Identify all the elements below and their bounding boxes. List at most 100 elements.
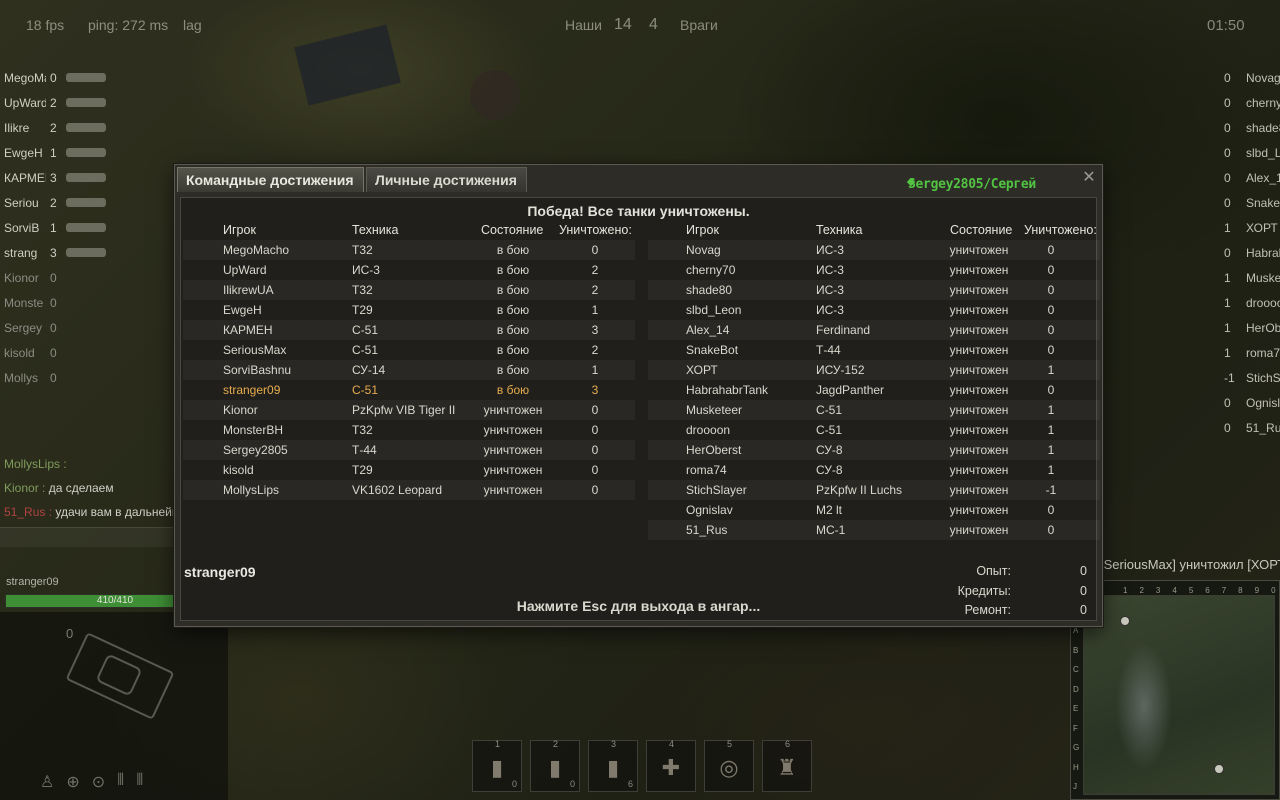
enemy-list-item[interactable]: 1 roma74 <box>1200 341 1280 366</box>
row-state: уничтожен <box>483 483 543 497</box>
row-state: в бою <box>496 343 530 357</box>
tab-personal-achievements[interactable]: Личные достижения <box>366 167 527 192</box>
allied-list-item[interactable]: Monste 0 <box>0 291 132 316</box>
enemy-list-item[interactable]: 0 Alex_1 <box>1200 166 1280 191</box>
tank-type-icon <box>66 248 106 257</box>
enemy-list-frags: 0 <box>1224 121 1231 135</box>
allied-list-item[interactable]: UpWard 2 <box>0 91 132 116</box>
enemy-list-item[interactable]: 1 droooo <box>1200 291 1280 316</box>
table-row[interactable]: Novag ИС-3 уничтожен 0 <box>648 240 1100 260</box>
consumables-bar: 1 ▮ 0 2 ▮ 0 3 ▮ 6 4 ✚ 5 ◎ 6 ♜ <box>472 739 812 792</box>
enemy-list-item[interactable]: 0 Ognisl <box>1200 391 1280 416</box>
table-row[interactable]: shade80 ИС-3 уничтожен 0 <box>648 280 1100 300</box>
enemy-list-item[interactable]: 1 Musket <box>1200 266 1280 291</box>
table-row[interactable]: MollysLips VK1602 Leopard уничтожен 0 <box>183 480 635 500</box>
row-tank: T32 <box>352 423 373 437</box>
enemy-list-item[interactable]: 1 ХОРТ <box>1200 216 1280 241</box>
consumable-slot-2[interactable]: 2 ▮ 0 <box>530 739 580 792</box>
enemy-list-item[interactable]: 0 Habrah <box>1200 241 1280 266</box>
table-row[interactable]: kisold T29 уничтожен 0 <box>183 460 635 480</box>
enemy-list-item[interactable]: 0 cherny <box>1200 91 1280 116</box>
table-row[interactable]: cherny70 ИС-3 уничтожен 0 <box>648 260 1100 280</box>
fps-counter: 18 fps <box>26 17 65 33</box>
repair-label: Ремонт: <box>964 603 1011 617</box>
table-row[interactable]: droooon С-51 уничтожен 1 <box>648 420 1100 440</box>
table-row[interactable]: SorviBashnu СУ-14 в бою 1 <box>183 360 635 380</box>
row-kills: 0 <box>1047 383 1055 397</box>
table-row[interactable]: MegoMacho T32 в бою 0 <box>183 240 635 260</box>
row-kills: 2 <box>591 283 599 297</box>
table-row[interactable]: UpWard ИС-3 в бою 2 <box>183 260 635 280</box>
consumable-slot-4[interactable]: 4 ✚ <box>646 739 696 792</box>
table-row[interactable]: Ognislav M2 lt уничтожен 0 <box>648 500 1100 520</box>
table-row[interactable]: ХОРТ ИСУ-152 уничтожен 1 <box>648 360 1100 380</box>
allied-list-item[interactable]: Ilikre 2 <box>0 116 132 141</box>
table-row[interactable]: Kionor PzKpfw VIB Tiger II уничтожен 0 <box>183 400 635 420</box>
table-row[interactable]: IlikrewUA T32 в бою 2 <box>183 280 635 300</box>
row-tank: Т-44 <box>352 443 377 457</box>
enemy-list-item[interactable]: 0 shade8 <box>1200 116 1280 141</box>
table-row[interactable]: 51_Rus МС-1 уничтожен 0 <box>648 520 1100 540</box>
table-row[interactable]: HerOberst СУ-8 уничтожен 1 <box>648 440 1100 460</box>
allied-list-item[interactable]: SorviB 1 <box>0 216 132 241</box>
table-row[interactable]: Alex_14 Ferdinand уничтожен 0 <box>648 320 1100 340</box>
consumable-slot-5[interactable]: 5 ◎ <box>704 739 754 792</box>
table-row[interactable]: КАРМЕН С-51 в бою 3 <box>183 320 635 340</box>
table-row[interactable]: roma74 СУ-8 уничтожен 1 <box>648 460 1100 480</box>
table-row[interactable]: SnakeBot Т-44 уничтожен 0 <box>648 340 1100 360</box>
table-row[interactable]: stranger09 С-51 в бою 3 <box>183 380 635 400</box>
enemy-list-item[interactable]: -1 StichS <box>1200 366 1280 391</box>
allies-label: Наши <box>565 17 602 33</box>
table-row[interactable]: StichSlayer PzKpfw II Luchs уничтожен -1 <box>648 480 1100 500</box>
allied-list-frags: 0 <box>50 296 57 310</box>
allied-list-item[interactable]: Mollys 0 <box>0 366 132 391</box>
slot-hotkey: 4 <box>669 739 675 749</box>
table-row[interactable]: HabrahabrTank JagdPanther уничтожен 0 <box>648 380 1100 400</box>
row-player: MollysLips <box>223 483 280 497</box>
row-state: в бою <box>496 243 530 257</box>
table-row[interactable]: EwgeH T29 в бою 1 <box>183 300 635 320</box>
chat-input[interactable] <box>0 527 176 547</box>
row-tank: ИС-3 <box>816 303 844 317</box>
enemy-list-item[interactable]: 0 slbd_L <box>1200 141 1280 166</box>
allied-list-item[interactable]: MegoMa 0 <box>0 66 132 91</box>
consumable-slot-3[interactable]: 3 ▮ 6 <box>588 739 638 792</box>
enemy-list-frags: 0 <box>1224 146 1231 160</box>
row-tank: ИС-3 <box>352 263 380 277</box>
consumable-slot-1[interactable]: 1 ▮ 0 <box>472 739 522 792</box>
row-player: UpWard <box>223 263 267 277</box>
row-player: stranger09 <box>223 383 281 397</box>
enemy-list-name: StichS <box>1246 371 1280 385</box>
allied-list-item[interactable]: КАРМЕН 3 <box>0 166 132 191</box>
row-tank: PzKpfw II Luchs <box>816 483 903 497</box>
minimap-row-label: H <box>1073 762 1079 772</box>
table-row[interactable]: Musketeer С-51 уничтожен 1 <box>648 400 1100 420</box>
table-row[interactable]: slbd_Leon ИС-3 уничтожен 0 <box>648 300 1100 320</box>
repair-line: Ремонт: 0 <box>793 603 1093 623</box>
tank-type-icon <box>66 198 106 207</box>
allied-list-item[interactable]: EwgeH 1 <box>0 141 132 166</box>
table-row[interactable]: SeriousMax С-51 в бою 2 <box>183 340 635 360</box>
enemy-list-item[interactable]: 0 SnakeB <box>1200 191 1280 216</box>
allied-list-item[interactable]: Kionor 0 <box>0 266 132 291</box>
row-player: MegoMacho <box>223 243 290 257</box>
crew-icons: ♙ ⊕ ⊙ ⦀ ⦀ <box>40 772 143 792</box>
table-row[interactable]: Sergey2805 Т-44 уничтожен 0 <box>183 440 635 460</box>
footer-player-name: stranger09 <box>184 564 256 580</box>
allied-list-item[interactable]: Seriou 2 <box>0 191 132 216</box>
consumable-slot-6[interactable]: 6 ♜ <box>762 739 812 792</box>
row-kills: 0 <box>1047 503 1055 517</box>
enemy-list-item[interactable]: 0 51_Rus <box>1200 416 1280 441</box>
allied-list-item[interactable]: strang 3 <box>0 241 132 266</box>
row-kills: 1 <box>1047 363 1055 377</box>
col-state: Состояние <box>481 223 544 237</box>
minimap-row-label: B <box>1073 645 1079 655</box>
table-row[interactable]: MonsterBH T32 уничтожен 0 <box>183 420 635 440</box>
enemy-list-item[interactable]: 0 Novag <box>1200 66 1280 91</box>
row-state: в бою <box>496 283 530 297</box>
tab-team-achievements[interactable]: Командные достижения <box>177 167 364 192</box>
allied-list-item[interactable]: kisold 0 <box>0 341 132 366</box>
close-button[interactable]: ✕ <box>1080 169 1098 187</box>
enemy-list-item[interactable]: 1 HerObe <box>1200 316 1280 341</box>
allied-list-item[interactable]: Sergey 0 <box>0 316 132 341</box>
